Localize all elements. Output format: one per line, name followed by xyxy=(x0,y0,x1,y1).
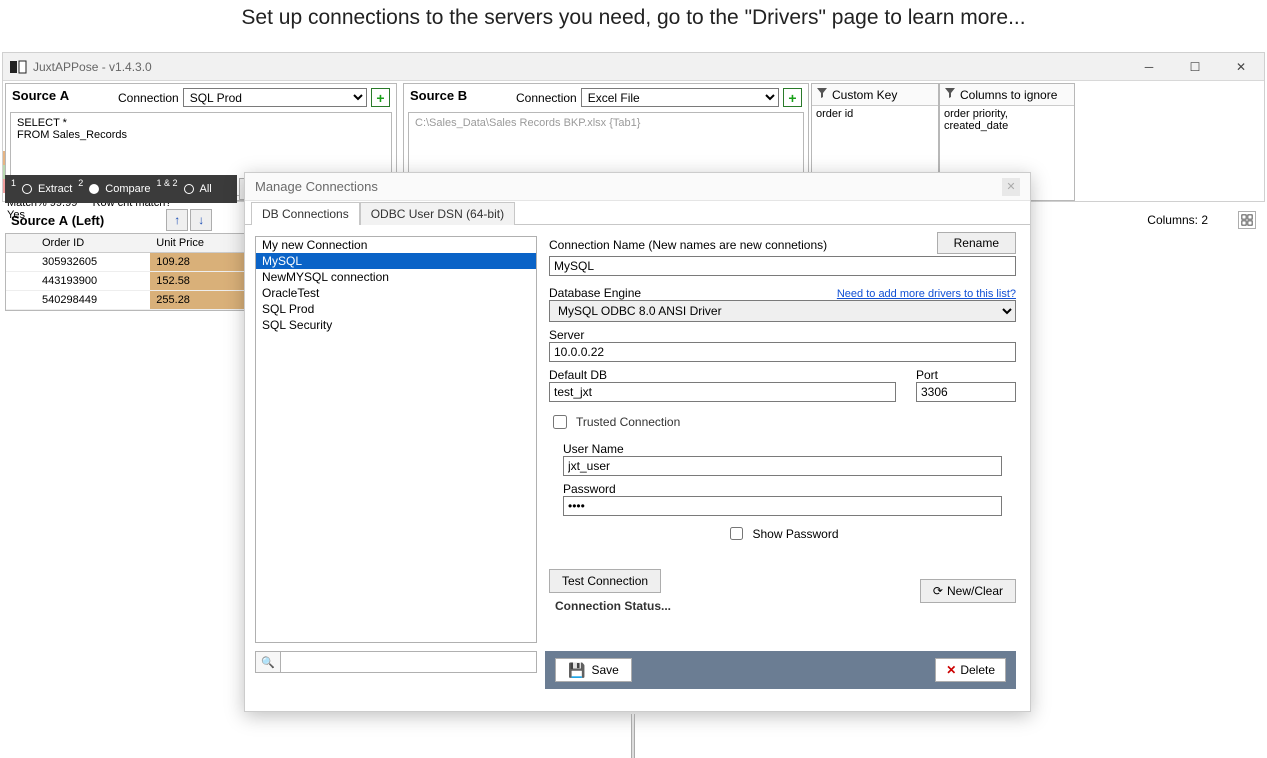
source-b-conn-label: Connection xyxy=(516,91,577,105)
connection-list-item[interactable]: OracleTest xyxy=(256,285,536,301)
table-row[interactable]: 540298449255.28 xyxy=(6,291,252,310)
pane-divider[interactable] xyxy=(631,714,635,758)
connection-list-item[interactable]: NewMYSQL connection xyxy=(256,269,536,285)
source-a-conn-label: Connection xyxy=(118,91,179,105)
title-bar: JuxtAPPose - v1.4.3.0 ─ ☐ ✕ xyxy=(3,53,1264,81)
connection-list-item[interactable]: SQL Prod xyxy=(256,301,536,317)
rename-button[interactable]: Rename xyxy=(937,232,1016,254)
source-b-add-conn[interactable]: + xyxy=(783,88,802,107)
user-input[interactable] xyxy=(563,456,1002,476)
data-table: Order IDUnit Price 305932605109.28443193… xyxy=(5,233,253,311)
radio-compare[interactable] xyxy=(89,184,99,194)
delete-icon: ✕ xyxy=(946,663,956,677)
table-header[interactable]: Unit Price xyxy=(150,234,252,253)
db-input[interactable] xyxy=(549,382,896,402)
tab-db-connections[interactable]: DB Connections xyxy=(251,202,360,225)
connection-list-item[interactable]: MySQL xyxy=(256,253,536,269)
server-label: Server xyxy=(549,328,1016,342)
columns-count: Columns: 2 xyxy=(1147,213,1208,227)
save-icon: 💾 xyxy=(568,662,585,679)
app-icon xyxy=(9,58,27,76)
plus-icon: + xyxy=(788,92,796,104)
source-a-add-conn[interactable]: + xyxy=(371,88,390,107)
mode-strip: 1 Extract 2 Compare 1 & 2 All xyxy=(5,175,237,203)
port-label: Port xyxy=(916,368,1016,382)
drivers-link[interactable]: Need to add more drivers to this list? xyxy=(837,288,1016,300)
pw-label: Password xyxy=(563,482,1002,496)
radio-extract[interactable] xyxy=(22,184,32,194)
filter-icon xyxy=(816,87,828,102)
search-icon: 🔍 xyxy=(255,651,281,673)
pw-input[interactable] xyxy=(563,496,1002,516)
instruction-text: Set up connections to the servers you ne… xyxy=(0,6,1267,30)
connection-status: Connection Status... xyxy=(555,599,671,613)
refresh-icon: ⟳ xyxy=(933,584,943,598)
filter-icon xyxy=(944,87,956,102)
table-header[interactable] xyxy=(6,234,36,253)
radio-all[interactable] xyxy=(184,184,194,194)
engine-label: Database Engine xyxy=(549,286,641,300)
connection-list-item[interactable]: My new Connection xyxy=(256,237,536,253)
save-button[interactable]: 💾 Save xyxy=(555,658,632,682)
source-a-left-title: Source A (Left) xyxy=(5,213,104,228)
source-b-conn-select[interactable]: Excel File xyxy=(581,88,779,107)
trusted-checkbox[interactable] xyxy=(553,415,567,429)
dialog-bottom-bar: 💾 Save ✕ Delete xyxy=(545,651,1016,689)
window-close[interactable]: ✕ xyxy=(1218,53,1264,81)
ignore-header: Columns to ignore xyxy=(960,88,1057,102)
db-label: Default DB xyxy=(549,368,896,382)
port-input[interactable] xyxy=(916,382,1016,402)
app-title: JuxtAPPose - v1.4.3.0 xyxy=(33,60,152,74)
conn-name-input[interactable] xyxy=(549,256,1016,276)
connection-search-input[interactable] xyxy=(281,651,537,673)
window-maximize[interactable]: ☐ xyxy=(1172,53,1218,81)
dialog-title: Manage Connections xyxy=(255,179,378,194)
table-row[interactable]: 305932605109.28 xyxy=(6,253,252,272)
show-pw-checkbox[interactable] xyxy=(730,527,743,540)
source-a-conn-select[interactable]: SQL Prod xyxy=(183,88,367,107)
user-label: User Name xyxy=(563,442,1002,456)
connection-list-item[interactable]: SQL Security xyxy=(256,317,536,333)
move-down-button[interactable]: ↓ xyxy=(190,209,212,231)
dialog-close[interactable]: ✕ xyxy=(1002,178,1020,196)
manage-connections-dialog: Manage Connections ✕ DB Connections ODBC… xyxy=(244,172,1031,712)
server-input[interactable] xyxy=(549,342,1016,362)
layout-icon[interactable] xyxy=(1238,211,1256,229)
custom-key-header: Custom Key xyxy=(832,88,897,102)
ignore-value[interactable]: order priority, created_date xyxy=(940,106,1074,134)
test-connection-button[interactable]: Test Connection xyxy=(549,569,661,593)
delete-button[interactable]: ✕ Delete xyxy=(935,658,1006,682)
trusted-checkbox-row[interactable]: Trusted Connection xyxy=(549,412,1016,432)
tab-odbc-dsn[interactable]: ODBC User DSN (64-bit) xyxy=(360,202,515,225)
table-row[interactable]: 443193900152.58 xyxy=(6,272,252,291)
table-header[interactable]: Order ID xyxy=(36,234,150,253)
window-minimize[interactable]: ─ xyxy=(1126,53,1172,81)
engine-select[interactable]: MySQL ODBC 8.0 ANSI Driver xyxy=(549,300,1016,322)
plus-icon: + xyxy=(376,92,384,104)
connection-list[interactable]: My new ConnectionMySQLNewMYSQL connectio… xyxy=(255,236,537,643)
new-clear-button[interactable]: ⟳ New/Clear xyxy=(920,579,1016,603)
move-up-button[interactable]: ↑ xyxy=(166,209,188,231)
custom-key-value[interactable]: order id xyxy=(812,106,938,122)
